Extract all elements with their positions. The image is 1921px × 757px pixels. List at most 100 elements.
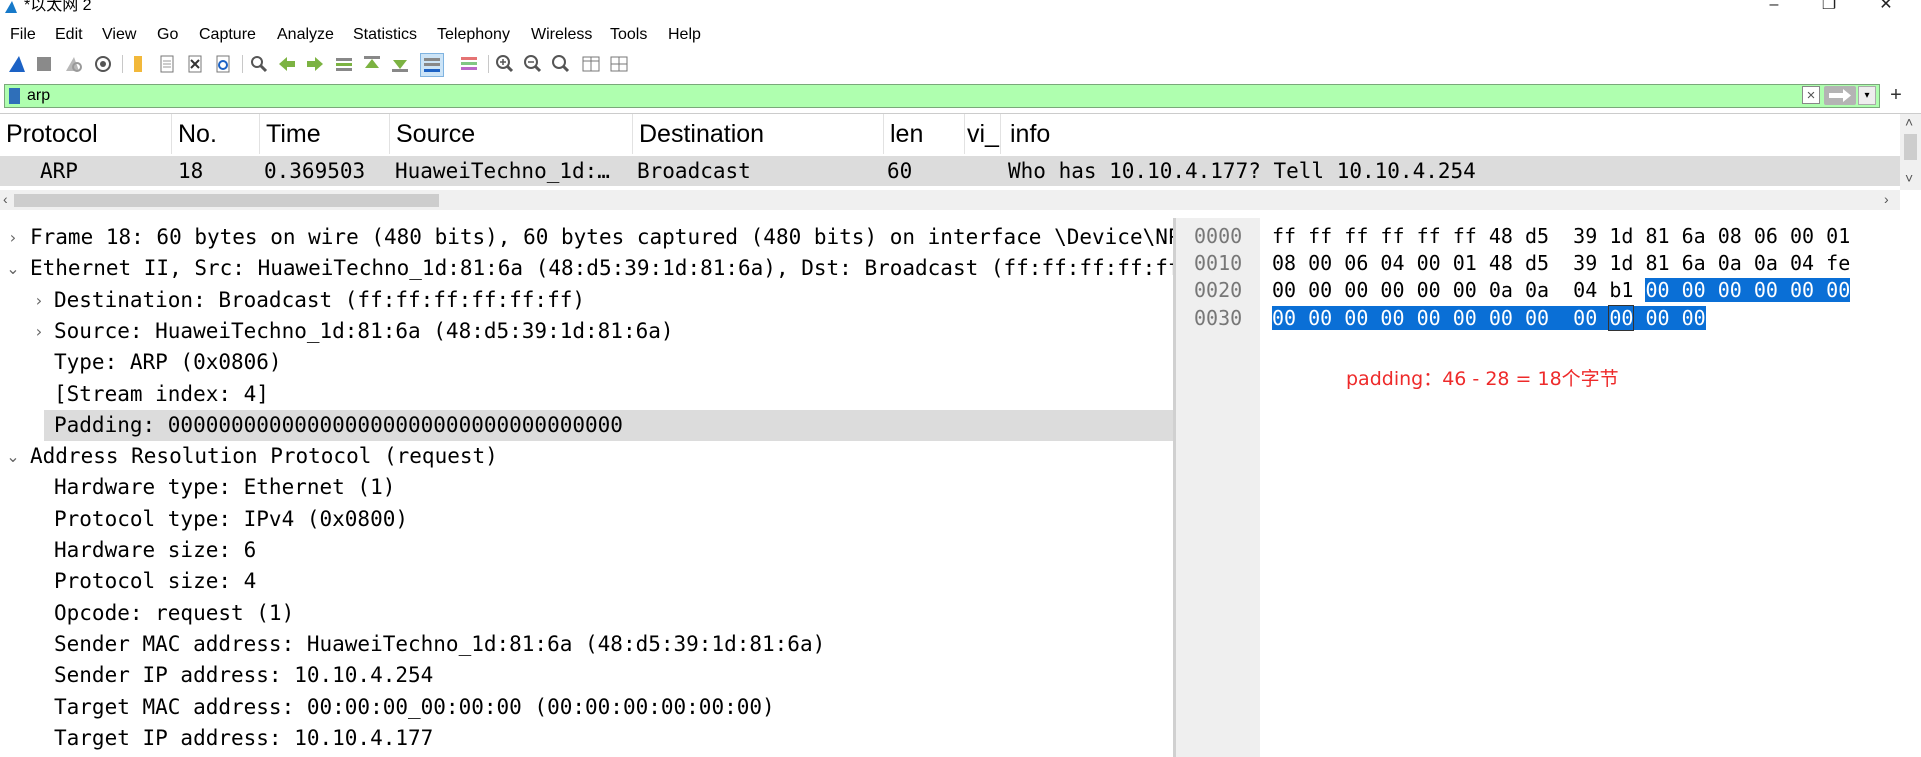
detail-row[interactable]: [Stream index: 4] [0, 379, 1173, 410]
detail-row[interactable]: Type: ARP (0x0806) [0, 347, 1173, 378]
go-forward-icon[interactable] [304, 53, 326, 75]
zoom-in-icon[interactable] [494, 53, 516, 75]
scroll-thumb[interactable] [14, 194, 439, 207]
menu-telephony[interactable]: Telephony [437, 25, 510, 45]
column-header-vi[interactable]: vi_ [965, 114, 1001, 154]
find-packet-icon[interactable] [248, 53, 270, 75]
hex-byte[interactable]: 00 [1380, 278, 1404, 302]
hex-byte[interactable]: 04 [1790, 251, 1814, 275]
detail-row[interactable]: › Frame 18: 60 bytes on wire (480 bits), … [0, 222, 1173, 253]
hex-byte[interactable]: 01 [1826, 224, 1850, 248]
stop-icon[interactable] [33, 53, 55, 75]
menu-go[interactable]: Go [157, 25, 178, 45]
expand-chevron-icon[interactable]: › [32, 285, 46, 316]
autoscroll-icon[interactable] [420, 53, 444, 77]
resize-columns-icon[interactable] [580, 53, 602, 75]
hex-byte[interactable]: 0a [1754, 251, 1778, 275]
hex-byte[interactable]: 00 [1681, 278, 1706, 302]
normal-size-icon[interactable] [550, 53, 572, 75]
hex-byte[interactable]: 00 [1417, 278, 1441, 302]
hex-byte[interactable]: 00 [1308, 278, 1332, 302]
hex-byte[interactable]: ff [1272, 224, 1296, 248]
reload-icon[interactable] [212, 53, 234, 75]
scroll-left-icon[interactable]: ‹ [3, 191, 8, 207]
close-file-icon[interactable] [184, 53, 206, 75]
hex-byte[interactable]: 06 [1344, 251, 1368, 275]
menu-view[interactable]: View [102, 25, 136, 45]
collapse-chevron-icon[interactable]: ⌄ [6, 253, 20, 284]
colorize-icon[interactable] [458, 53, 480, 75]
capture-options-icon[interactable] [92, 53, 114, 75]
hex-byte[interactable]: 81 [1645, 224, 1669, 248]
clear-filter-button[interactable]: × [1802, 86, 1820, 104]
hex-byte[interactable]: 00 [1826, 278, 1851, 302]
expand-chevron-icon[interactable]: › [32, 316, 46, 347]
menu-analyze[interactable]: Analyze [277, 25, 334, 45]
packet-row[interactable]: ARP 18 0.369503 HuaweiTechno_1d:… Broadc… [0, 156, 1900, 186]
hex-byte[interactable]: 39 [1573, 251, 1597, 275]
display-filter-input[interactable] [27, 86, 1797, 106]
hex-byte[interactable]: 00 [1452, 306, 1477, 330]
scroll-up-icon[interactable]: ˄ [1905, 114, 1913, 130]
column-header-source[interactable]: Source [390, 114, 633, 154]
hex-byte[interactable]: ff [1453, 224, 1477, 248]
hex-byte[interactable]: 00 [1272, 278, 1296, 302]
detail-row[interactable]: Sender IP address: 10.10.4.254 [0, 660, 1173, 691]
hex-byte[interactable]: 48 [1489, 251, 1513, 275]
hex-byte[interactable]: 00 [1681, 306, 1706, 330]
hex-byte[interactable]: 1d [1609, 251, 1633, 275]
hex-byte[interactable]: 0a [1525, 278, 1549, 302]
add-filter-button[interactable]: + [1885, 84, 1907, 106]
hex-byte[interactable]: 00 [1753, 278, 1778, 302]
restart-icon[interactable] [62, 53, 84, 75]
restore-button[interactable]: ❐ [1819, 0, 1839, 14]
save-file-icon[interactable] [156, 53, 178, 75]
scroll-thumb[interactable] [1904, 134, 1917, 160]
menu-help[interactable]: Help [668, 25, 701, 45]
packet-list-vertical-scrollbar[interactable]: ˄ ˅ [1900, 114, 1921, 190]
hex-byte[interactable]: 00 [1308, 251, 1332, 275]
hex-byte[interactable]: b1 [1609, 278, 1633, 302]
detail-row[interactable]: Protocol size: 4 [0, 566, 1173, 597]
detail-row[interactable]: ⌄ Ethernet II, Src: HuaweiTechno_1d:81:6a… [0, 253, 1173, 284]
hex-byte[interactable]: 1d [1609, 224, 1633, 248]
hex-byte[interactable]: 6a [1682, 251, 1706, 275]
hex-byte[interactable]: 00 [1488, 306, 1513, 330]
hex-byte[interactable]: 0a [1718, 251, 1742, 275]
menu-statistics[interactable]: Statistics [353, 25, 417, 45]
menu-file[interactable]: File [10, 25, 36, 45]
apply-filter-button[interactable] [1824, 86, 1856, 105]
menu-edit[interactable]: Edit [55, 25, 83, 45]
hex-byte[interactable]: 00 [1380, 306, 1405, 330]
menu-wireless[interactable]: Wireless [531, 25, 592, 45]
hex-byte[interactable]: 0a [1489, 278, 1513, 302]
hex-byte[interactable]: ff [1308, 224, 1332, 248]
bookmark-icon[interactable] [9, 88, 20, 104]
hex-byte[interactable]: 00 [1344, 306, 1369, 330]
hex-byte[interactable]: ff [1344, 224, 1368, 248]
hex-byte[interactable]: d5 [1525, 224, 1549, 248]
hex-byte[interactable]: 08 [1272, 251, 1296, 275]
hex-byte[interactable]: 81 [1645, 251, 1669, 275]
hex-byte[interactable]: 39 [1573, 224, 1597, 248]
hex-byte[interactable]: 00 [1790, 278, 1815, 302]
detail-row[interactable]: Hardware size: 6 [0, 535, 1173, 566]
hex-byte[interactable]: 00 [1344, 278, 1368, 302]
detail-row[interactable]: Protocol type: IPv4 (0x0800) [0, 504, 1173, 535]
go-back-icon[interactable] [276, 53, 298, 75]
detail-row[interactable]: Sender MAC address: HuaweiTechno_1d:81:6… [0, 629, 1173, 660]
detail-row[interactable]: › Destination: Broadcast (ff:ff:ff:ff:ff:… [0, 285, 1173, 316]
filter-history-dropdown[interactable]: ▾ [1858, 86, 1876, 105]
hex-byte[interactable]: 00 [1417, 251, 1441, 275]
detail-row[interactable]: Hardware type: Ethernet (1) [0, 472, 1173, 503]
shark-fin-start-icon[interactable] [6, 53, 28, 75]
hex-byte[interactable]: 04 [1573, 278, 1597, 302]
packet-list-horizontal-scrollbar[interactable]: ‹ › [0, 190, 1900, 210]
hex-byte[interactable]: 00 [1573, 306, 1598, 330]
first-packet-icon[interactable] [361, 53, 383, 75]
detail-row[interactable]: Target IP address: 10.10.4.177 [0, 723, 1173, 754]
layout-icon[interactable] [608, 53, 630, 75]
hex-byte[interactable]: 00 [1416, 306, 1441, 330]
column-header-len[interactable]: len [884, 114, 965, 154]
column-header-protocol[interactable]: Protocol [0, 114, 172, 154]
